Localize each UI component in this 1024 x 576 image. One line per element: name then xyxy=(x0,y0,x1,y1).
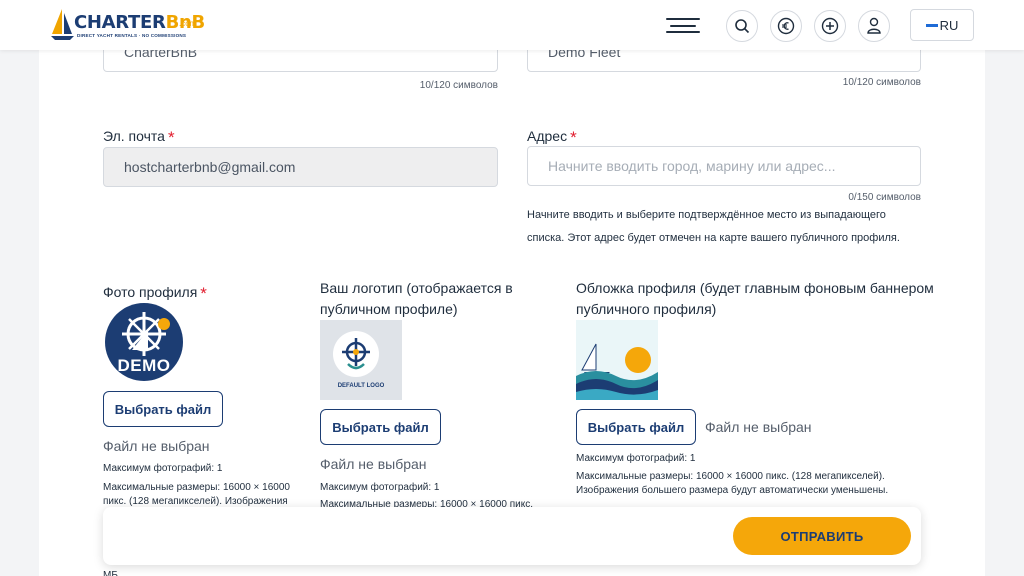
language-selector[interactable]: RU xyxy=(910,9,974,41)
email-label: Эл. почта * xyxy=(103,128,175,147)
cover-preview xyxy=(576,320,658,400)
logo-domain: .com xyxy=(179,19,197,28)
menu-icon[interactable] xyxy=(666,17,700,33)
cover-choose-file-button[interactable]: Выбрать файл xyxy=(576,409,696,445)
logo-label-line-1: Ваш логотип (отображается в xyxy=(320,280,513,296)
logo-tagline: DIRECT YACHT RENTALS · NO COMMISSIONS xyxy=(77,33,187,38)
logo-preview: DEFAULT LOGO xyxy=(320,320,402,400)
language-label: RU xyxy=(939,17,959,33)
cover-label-line-1: Обложка профиля (будет главным фоновым б… xyxy=(576,280,934,296)
profile-photo-max-count: Максимум фотографий: 1 xyxy=(103,463,223,474)
cover-max-size-2: Изображения большего размера будут автом… xyxy=(576,485,889,496)
company-name-counter: 10/120 символов xyxy=(419,80,498,91)
logo-max-count: Максимум фотографий: 1 xyxy=(320,482,440,493)
logo-no-file: Файл не выбран xyxy=(320,456,427,472)
fleet-name-counter: 10/120 символов xyxy=(842,77,921,88)
cutoff-text: МБ xyxy=(103,570,118,576)
plus-circle-icon xyxy=(821,17,839,35)
user-icon xyxy=(867,17,881,34)
sailboat-logo-icon xyxy=(51,9,74,40)
sticky-submit-bar: ОТПРАВИТЬ xyxy=(103,507,921,565)
address-label: Адрес * xyxy=(527,128,577,147)
charterbnb-logo[interactable]: CHARTERBnB .com DIRECT YACHT RENTALS · N… xyxy=(50,6,210,44)
logo-preview-text: DEFAULT LOGO xyxy=(337,383,385,389)
email-value: hostcharterbnb@gmail.com xyxy=(124,159,296,175)
cover-label-line-2: публичного профиля) xyxy=(576,301,717,317)
required-asterisk: * xyxy=(570,128,577,147)
profile-photo-choose-file-button[interactable]: Выбрать файл xyxy=(103,391,223,427)
required-asterisk: * xyxy=(200,284,207,303)
address-help-line-2: списка. Этот адрес будет отмечен на карт… xyxy=(527,232,900,244)
cover-no-file: Файл не выбран xyxy=(705,419,812,435)
logo-choose-file-button[interactable]: Выбрать файл xyxy=(320,409,441,445)
search-icon xyxy=(735,19,750,34)
profile-photo-preview: DEMO xyxy=(104,302,184,382)
submit-button[interactable]: ОТПРАВИТЬ xyxy=(733,517,911,555)
account-button[interactable] xyxy=(858,10,890,42)
search-button[interactable] xyxy=(726,10,758,42)
email-field[interactable]: hostcharterbnb@gmail.com xyxy=(103,147,498,187)
profile-photo-label: Фото профиля * xyxy=(103,284,207,303)
euro-icon xyxy=(777,17,795,35)
address-help-line-1: Начните вводить и выберите подтверждённо… xyxy=(527,209,886,221)
currency-button[interactable] xyxy=(770,10,802,42)
address-counter: 0/150 символов xyxy=(848,192,921,203)
address-placeholder: Начните вводить город, марину или адрес.… xyxy=(548,158,836,174)
profile-photo-no-file: Файл не выбран xyxy=(103,438,210,454)
required-asterisk: * xyxy=(167,128,175,147)
address-input[interactable]: Начните вводить город, марину или адрес.… xyxy=(527,146,921,186)
flag-icon xyxy=(925,23,938,27)
cover-max-count: Максимум фотографий: 1 xyxy=(576,453,696,464)
top-header: CHARTERBnB .com DIRECT YACHT RENTALS · N… xyxy=(0,0,1024,50)
logo-label-line-2: публичном профиле) xyxy=(320,301,458,317)
profile-photo-text: DEMO xyxy=(117,356,171,375)
add-listing-button[interactable] xyxy=(814,10,846,42)
